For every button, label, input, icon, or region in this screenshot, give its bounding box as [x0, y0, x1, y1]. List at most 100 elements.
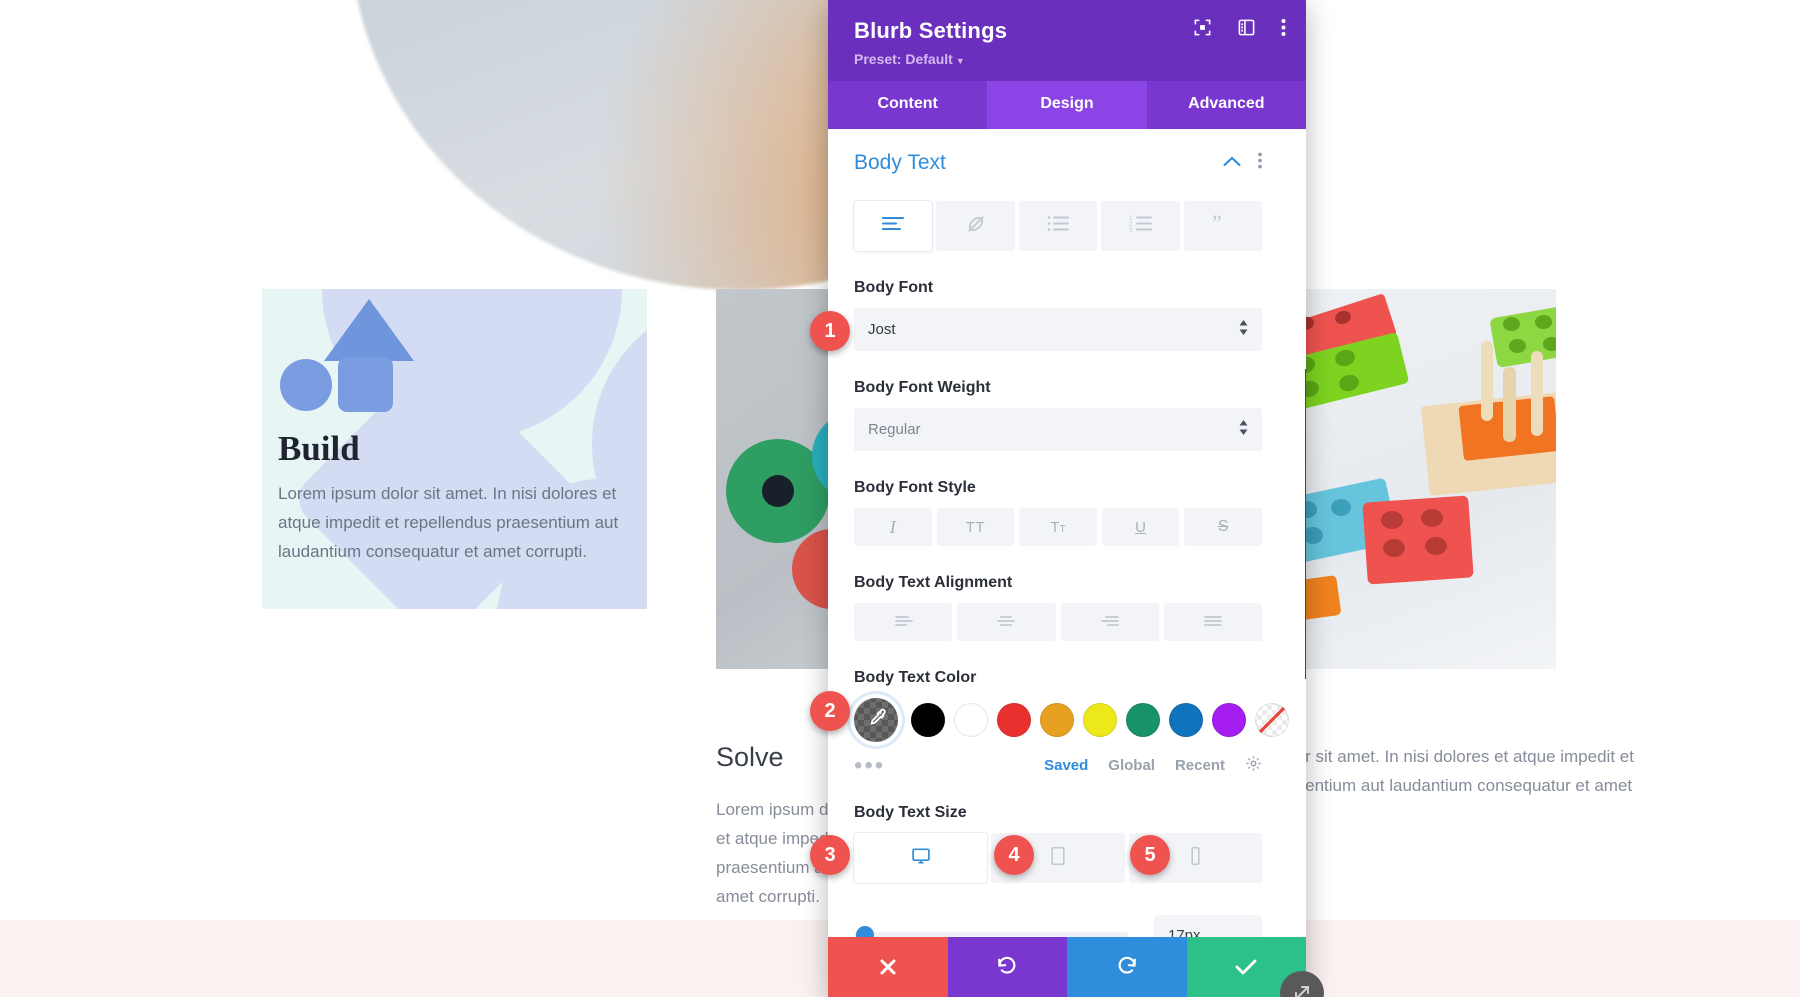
- underline-icon: U: [1135, 518, 1146, 536]
- swatch-purple[interactable]: [1212, 703, 1246, 737]
- device-desktop-button[interactable]: [854, 833, 988, 883]
- more-colors-dots[interactable]: •••: [854, 753, 885, 777]
- color-tab-recent[interactable]: Recent: [1175, 757, 1225, 774]
- underline-button[interactable]: U: [1101, 508, 1180, 546]
- svg-text:”: ”: [1212, 215, 1222, 233]
- eyedropper-icon: [866, 707, 887, 733]
- body-font-style-row: I TT TT U S: [854, 508, 1262, 546]
- layout-panel-icon[interactable]: [1237, 18, 1256, 37]
- swatch-green[interactable]: [1126, 703, 1160, 737]
- preset-selector[interactable]: Preset: Default ▼: [854, 51, 1284, 67]
- blurb-card-build[interactable]: Build Lorem ipsum dolor sit amet. In nis…: [262, 289, 647, 609]
- preset-label: Preset: Default: [854, 51, 953, 67]
- align-justify-button[interactable]: [1163, 603, 1262, 641]
- link-off-icon-button[interactable]: [936, 201, 1015, 251]
- body-font-select[interactable]: Jost: [854, 308, 1262, 351]
- paragraph-icon: [882, 216, 905, 236]
- swatch-white[interactable]: [954, 703, 988, 737]
- body-text-alignment-label: Body Text Alignment: [854, 574, 1013, 591]
- bullet-list-icon-button[interactable]: [1018, 201, 1098, 251]
- body-font-style-label: Body Font Style: [854, 479, 976, 496]
- italic-button[interactable]: I: [854, 508, 932, 546]
- color-tab-saved[interactable]: Saved: [1044, 757, 1088, 774]
- strikethrough-icon: S: [1217, 518, 1229, 535]
- callout-badge-5: 5: [1130, 835, 1170, 875]
- device-toggle-row: [854, 833, 1262, 883]
- link-off-icon: [965, 213, 987, 240]
- body-text-color-label: Body Text Color: [854, 669, 977, 686]
- align-justify-icon: [1203, 612, 1223, 632]
- body-font-weight-label: Body Font Weight: [854, 379, 991, 396]
- callout-badge-2: 2: [810, 691, 850, 731]
- swatch-red[interactable]: [997, 703, 1031, 737]
- body-text-alignment-row: [854, 603, 1262, 641]
- italic-icon: I: [889, 516, 896, 537]
- modal-body: Body Text 1 2 3 ” Body Font Jost Body Fo…: [828, 129, 1306, 937]
- modal-footer-actions: [828, 937, 1306, 997]
- align-center-icon: [996, 612, 1016, 632]
- undo-icon: [996, 956, 1018, 978]
- swatch-black[interactable]: [911, 703, 945, 737]
- blurb-settings-modal: Blurb Settings Preset: Default ▼ Content…: [828, 0, 1324, 997]
- modal-scrollbar[interactable]: [1305, 369, 1306, 679]
- body-font-weight-select[interactable]: Regular: [854, 408, 1262, 451]
- swatch-blue[interactable]: [1169, 703, 1203, 737]
- body-text-size-label: Body Text Size: [854, 804, 967, 821]
- section-more-vertical-icon[interactable]: [1258, 152, 1262, 174]
- align-right-icon: [1100, 612, 1120, 632]
- body-text-size-slider-row: 17px: [854, 915, 1262, 937]
- section-header-body-text: Body Text: [854, 151, 1262, 175]
- body-font-value: Jost: [868, 321, 896, 338]
- modal-tabs: Content Design Advanced: [828, 81, 1306, 129]
- callout-badge-4: 4: [994, 835, 1034, 875]
- svg-text:3: 3: [1129, 228, 1133, 232]
- cancel-button[interactable]: [828, 937, 948, 997]
- gear-icon[interactable]: [1245, 755, 1262, 776]
- align-right-button[interactable]: [1060, 603, 1159, 641]
- swatch-yellow[interactable]: [1083, 703, 1117, 737]
- body-text-size-value[interactable]: 17px: [1154, 915, 1262, 937]
- color-tab-global[interactable]: Global: [1108, 757, 1155, 774]
- tablet-icon: [1050, 846, 1066, 871]
- undo-button[interactable]: [947, 937, 1067, 997]
- align-left-button[interactable]: [854, 603, 953, 641]
- modal-header: Blurb Settings Preset: Default ▼: [828, 0, 1306, 81]
- body-text-size-slider[interactable]: [854, 926, 1128, 937]
- redo-icon: [1116, 956, 1138, 978]
- bullet-list-icon: [1047, 215, 1070, 237]
- callout-badge-1: 1: [810, 311, 850, 351]
- strikethrough-button[interactable]: S: [1184, 508, 1262, 546]
- close-icon: [879, 958, 897, 976]
- desktop-icon: [911, 846, 931, 871]
- phone-icon: [1190, 846, 1201, 871]
- eyedropper-color-picker[interactable]: [854, 698, 898, 742]
- numbered-list-icon-button[interactable]: 1 2 3: [1101, 201, 1180, 251]
- tab-design[interactable]: Design: [987, 81, 1147, 129]
- build-card-body: Lorem ipsum dolor sit amet. In nisi dolo…: [278, 484, 619, 561]
- blockquote-icon-button[interactable]: ”: [1183, 201, 1263, 251]
- paragraph-icon-button[interactable]: [854, 201, 933, 251]
- align-center-button[interactable]: [957, 603, 1056, 641]
- build-card-heading: Build: [278, 429, 360, 468]
- small-caps-button[interactable]: TT: [1019, 508, 1097, 546]
- more-vertical-icon[interactable]: [1281, 18, 1286, 37]
- swatch-orange[interactable]: [1040, 703, 1074, 737]
- fullscreen-icon[interactable]: [1193, 18, 1212, 37]
- tab-advanced[interactable]: Advanced: [1147, 81, 1306, 129]
- swatch-none[interactable]: [1255, 703, 1289, 737]
- tab-content[interactable]: Content: [828, 81, 987, 129]
- uppercase-button[interactable]: TT: [936, 508, 1015, 546]
- section-title: Body Text: [854, 151, 946, 174]
- text-type-button-row: 1 2 3 ”: [854, 201, 1263, 251]
- check-icon: [1235, 958, 1257, 976]
- body-font-weight-value: Regular: [868, 421, 921, 438]
- align-left-icon: [893, 612, 913, 632]
- uppercase-icon: TT: [965, 518, 986, 536]
- body-font-label: Body Font: [854, 279, 934, 296]
- slider-knob[interactable]: [855, 926, 874, 937]
- right-card-photo: [1303, 289, 1556, 669]
- redo-button[interactable]: [1067, 937, 1187, 997]
- small-caps-icon: TT: [1050, 518, 1066, 536]
- quote-icon: ”: [1212, 210, 1234, 238]
- chevron-up-icon[interactable]: [1223, 154, 1241, 172]
